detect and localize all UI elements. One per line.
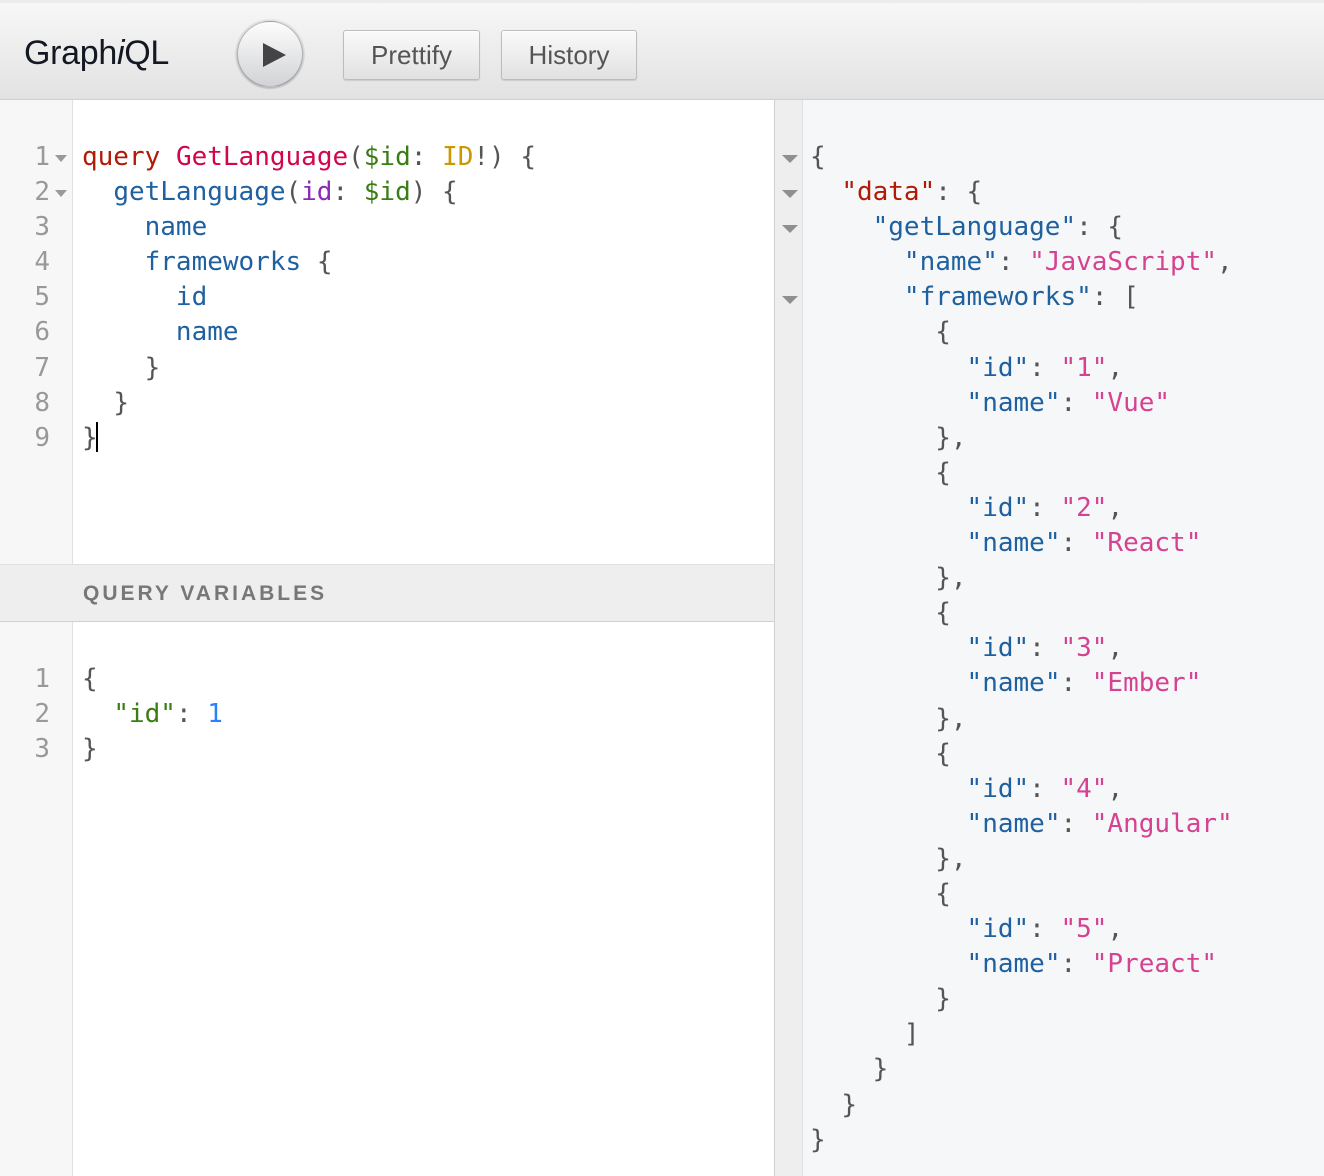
- fold-arrow-icon[interactable]: [55, 190, 67, 197]
- pane-divider[interactable]: [774, 100, 803, 1176]
- query-variables-title: QUERY VARIABLES: [83, 582, 328, 605]
- play-icon: [263, 43, 286, 67]
- variables-line-numbers: 1 2 3: [34, 664, 50, 765]
- query-code[interactable]: query GetLanguage($id: ID!) { getLanguag…: [82, 140, 536, 456]
- execute-query-button[interactable]: [237, 21, 303, 87]
- toolbar: GraphiQL Prettify History: [0, 0, 1324, 100]
- prettify-button[interactable]: Prettify: [343, 30, 480, 80]
- variables-code[interactable]: { "id": 1 }: [82, 662, 223, 767]
- fold-arrow-icon[interactable]: [782, 190, 798, 198]
- history-button[interactable]: History: [501, 30, 637, 80]
- fold-arrow-icon[interactable]: [55, 155, 67, 162]
- query-line-numbers: 1 2 3 4 5 6 7 8 9: [34, 142, 50, 453]
- fold-arrow-icon[interactable]: [782, 225, 798, 233]
- text-cursor: [95, 421, 98, 452]
- fold-arrow-icon[interactable]: [782, 296, 798, 304]
- result-code: { "data": { "getLanguage": { "name": "Ja…: [810, 142, 1233, 1155]
- result-pane[interactable]: { "data": { "getLanguage": { "name": "Ja…: [803, 100, 1324, 1176]
- fold-arrow-icon[interactable]: [782, 155, 798, 163]
- app-title: GraphiQL: [24, 34, 170, 72]
- query-variables-header[interactable]: QUERY VARIABLES: [0, 564, 775, 622]
- query-editor-pane[interactable]: 1 2 3 4 5 6 7 8 9 query GetLanguage($id:…: [0, 100, 775, 1176]
